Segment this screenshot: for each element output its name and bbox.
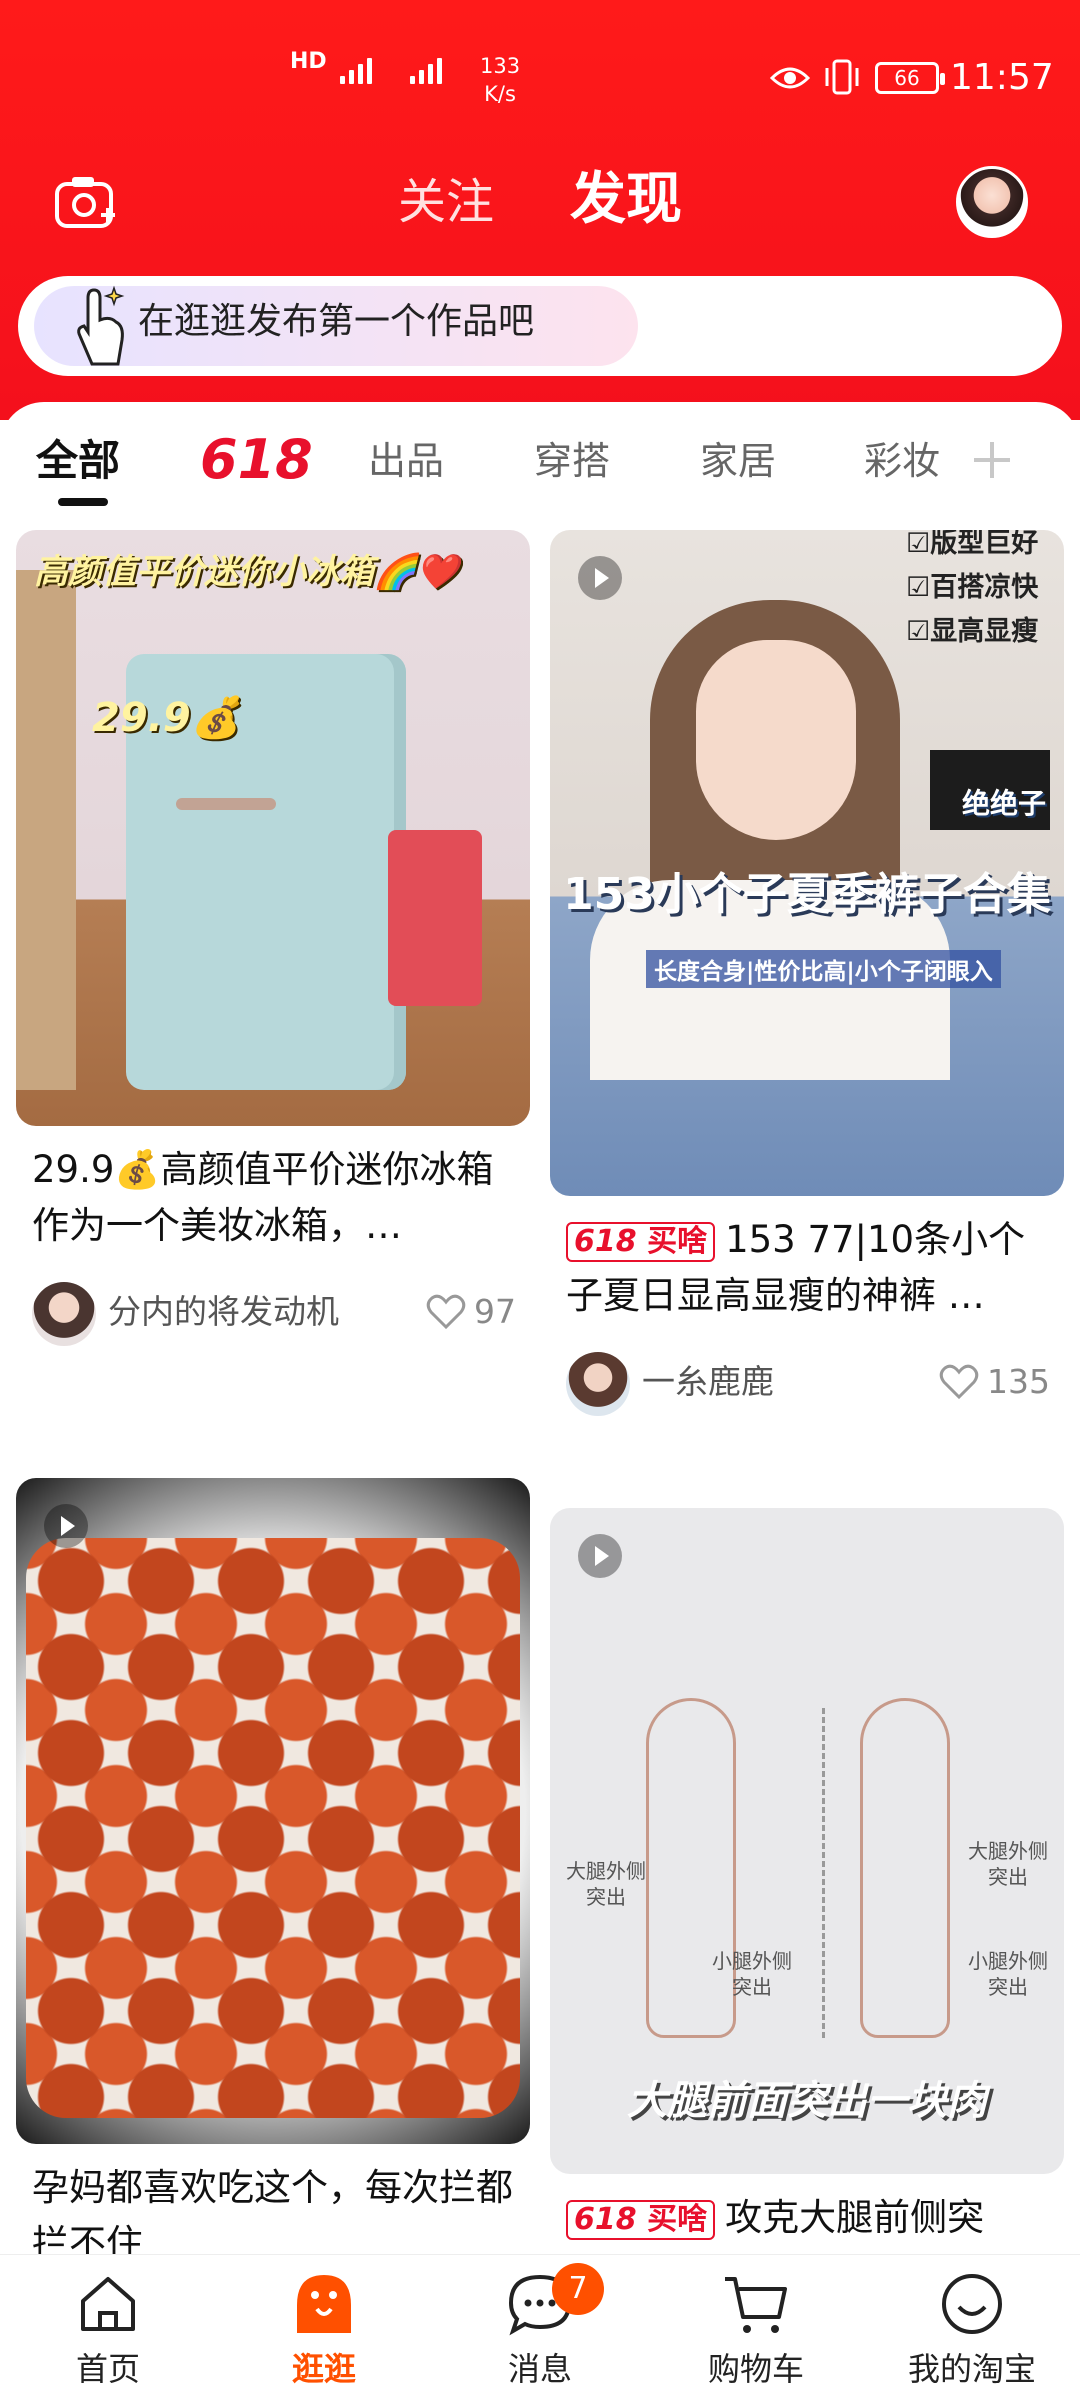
network-speed-value: 133 <box>480 54 521 78</box>
image-label: 大腿外侧突出 <box>566 1859 646 1909</box>
618-badge: 618 买啥 <box>566 2199 716 2240</box>
nav-home[interactable]: 首页 <box>8 2269 208 2391</box>
bottom-navigation: 首页 逛逛 7 消息 购物车 我的淘宝 <box>0 2254 1080 2400</box>
card-title[interactable]: 29.9💰高颜值平价迷你冰箱 作为一个美妆冰箱，… <box>16 1142 530 1254</box>
author-name[interactable]: 一糸鹿鹿 <box>642 1360 774 1404</box>
badge-text: 买啥 <box>647 1223 708 1259</box>
cart-icon <box>725 2277 787 2333</box>
category-tab-products[interactable]: 出品 <box>368 436 444 486</box>
battery-icon: 66 <box>875 62 945 94</box>
card-image[interactable]: ☑版型巨好 ☑百搭凉快 ☑显高显瘦 绝绝子 153小个子夏季裤子合集 长度合身|… <box>550 530 1064 1196</box>
home-icon <box>81 2277 135 2331</box>
image-gift-bag <box>388 830 482 1006</box>
image-fridge-handle <box>176 798 276 810</box>
pointing-hand-icon <box>77 285 125 366</box>
badge-text: 买啥 <box>647 2201 708 2237</box>
image-divider-line <box>822 1708 825 2038</box>
nav-messages-label: 消息 <box>507 2350 572 2388</box>
author-name[interactable]: 分内的将发动机 <box>108 1290 339 1334</box>
category-tab-makeup[interactable]: 彩妆 <box>864 436 940 486</box>
smiley-icon <box>942 2274 1002 2334</box>
category-tabs: 全部 618 出品 穿搭 家居 彩妆 <box>0 402 1080 512</box>
nav-home-label: 首页 <box>75 2350 140 2388</box>
camera-icon[interactable] <box>54 174 120 230</box>
image-leg-front <box>860 1698 950 2038</box>
nav-cart[interactable]: 购物车 <box>656 2269 856 2391</box>
like-button[interactable]: 135 <box>939 1360 1050 1404</box>
feed-card[interactable]: 大腿外侧突出 小腿外侧突出 大腿外侧突出 小腿外侧突出 大腿前面突出一块肉 61… <box>550 1508 1064 2302</box>
image-checklist: ☑版型巨好 ☑百搭凉快 ☑显高显瘦 <box>906 530 1038 654</box>
badge-number: 618 <box>574 1223 637 1259</box>
signal-bars-icon-2 <box>410 58 442 84</box>
nav-cart-label: 购物车 <box>707 2350 804 2388</box>
618-badge: 618 买啥 <box>566 1221 716 1262</box>
signal-bars-icon <box>340 58 372 84</box>
card-image[interactable]: 高颜值平价迷你小冰箱🌈❤️ 29.9💰 <box>16 530 530 1126</box>
image-door <box>16 570 76 1090</box>
network-speed-unit: K/s <box>484 82 516 106</box>
card-meta: 分内的将发动机 97 <box>16 1270 530 1350</box>
header: HD 133 K/s 66 11:57 关注 发现 在逛逛发布第一个作品吧 <box>0 0 1080 420</box>
nav-stroll-label: 逛逛 <box>291 2350 356 2388</box>
message-count-badge: 7 <box>552 2263 604 2315</box>
card-image[interactable] <box>16 1478 530 2144</box>
nav-my-taobao[interactable]: 我的淘宝 <box>872 2269 1072 2391</box>
image-label: 小腿外侧突出 <box>712 1949 792 1999</box>
badge-number: 618 <box>574 2201 637 2237</box>
card-title[interactable]: 618 买啥 153 77|10条小个子夏日显高显瘦的神裤 … <box>550 1212 1064 1324</box>
category-tab-outfits[interactable]: 穿搭 <box>534 436 610 486</box>
tab-discover[interactable]: 发现 <box>570 168 682 232</box>
category-tab-all[interactable]: 全部 <box>36 436 120 486</box>
card-title-text: 攻克大腿前侧突 <box>725 2196 985 2239</box>
feed-card[interactable]: 孕妈都喜欢吃这个，每次拦都拦不住 <box>16 1478 530 2272</box>
publish-prompt-text: 在逛逛发布第一个作品吧 <box>138 301 535 342</box>
video-play-icon <box>578 556 622 600</box>
image-headline: 153小个子夏季裤子合集 <box>563 869 1051 920</box>
image-tag: 绝绝子 <box>962 787 1047 820</box>
eye-comfort-icon <box>770 67 810 89</box>
author-avatar[interactable] <box>32 1282 96 1346</box>
image-label: 大腿外侧突出 <box>968 1839 1048 1889</box>
like-button[interactable]: 97 <box>426 1290 516 1334</box>
publish-prompt-bar[interactable]: 在逛逛发布第一个作品吧 <box>18 276 1062 376</box>
image-check-item: ☑百搭凉快 <box>906 572 1039 603</box>
clock: 11:57 <box>950 57 1054 98</box>
image-face <box>696 640 856 840</box>
user-avatar[interactable] <box>956 166 1028 238</box>
video-play-icon <box>44 1504 88 1548</box>
nav-messages[interactable]: 7 消息 <box>440 2263 640 2391</box>
heart-icon <box>426 1294 466 1330</box>
feed-card[interactable]: 高颜值平价迷你小冰箱🌈❤️ 29.9💰 29.9💰高颜值平价迷你冰箱 作为一个美… <box>16 530 530 1350</box>
author-avatar[interactable] <box>566 1352 630 1416</box>
active-tab-indicator <box>58 498 108 506</box>
card-image[interactable]: 大腿外侧突出 小腿外侧突出 大腿外侧突出 小腿外侧突出 大腿前面突出一块肉 <box>550 1508 1064 2174</box>
network-speed: 133 K/s <box>480 52 520 108</box>
heart-icon <box>939 1364 979 1400</box>
vibrate-icon <box>825 59 859 95</box>
image-snack-pile <box>26 1538 520 2118</box>
like-count: 135 <box>987 1362 1050 1401</box>
stroll-icon <box>297 2275 351 2333</box>
add-category-icon[interactable] <box>964 432 1020 488</box>
image-caption: 高颜值平价迷你小冰箱🌈❤️ <box>34 552 459 592</box>
image-label: 小腿外侧突出 <box>968 1949 1048 1999</box>
category-tab-home[interactable]: 家居 <box>700 436 776 486</box>
image-price: 29.9💰 <box>92 695 241 741</box>
tab-follow[interactable]: 关注 <box>398 172 494 232</box>
nav-stroll[interactable]: 逛逛 <box>224 2269 424 2391</box>
image-check-item: ☑版型巨好 <box>906 530 1039 559</box>
nav-my-taobao-label: 我的淘宝 <box>907 2350 1036 2388</box>
image-headline: 大腿前面突出一块肉 <box>627 2078 987 2124</box>
status-bar: HD 133 K/s 66 11:57 <box>0 0 1080 150</box>
feed-card[interactable]: ☑版型巨好 ☑百搭凉快 ☑显高显瘦 绝绝子 153小个子夏季裤子合集 长度合身|… <box>550 530 1064 1420</box>
hd-signal-label: HD <box>290 49 327 74</box>
like-count: 97 <box>474 1292 516 1331</box>
card-meta: 一糸鹿鹿 135 <box>550 1340 1064 1420</box>
image-subline: 长度合身|性价比高|小个子闭眼入 <box>646 950 1001 988</box>
video-play-icon <box>578 1534 622 1578</box>
category-tab-618[interactable]: 618 <box>200 430 313 490</box>
image-check-item: ☑显高显瘦 <box>906 616 1039 647</box>
